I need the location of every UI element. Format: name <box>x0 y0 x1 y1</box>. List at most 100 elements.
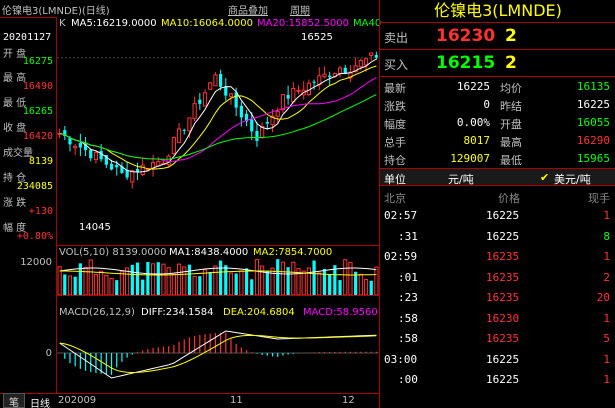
candle[interactable] <box>224 77 228 101</box>
candle[interactable] <box>296 85 301 95</box>
bar-date: 20201127 <box>3 32 52 43</box>
tick-time: 02:57 <box>384 209 418 222</box>
volume-chart[interactable]: VOL(5,10) 8139.0000 MA1:8438.4000 MA2:78… <box>57 245 379 296</box>
time-axis: 日线 202009 11 12 <box>0 393 379 408</box>
candle[interactable] <box>176 123 182 144</box>
candle[interactable] <box>89 149 93 162</box>
tick-row[interactable]: :31 16225 8 <box>380 227 615 247</box>
tick-row[interactable]: 03:00 16225 1 <box>380 350 615 370</box>
candle[interactable] <box>369 52 374 61</box>
candle[interactable] <box>322 66 327 79</box>
volume-bar <box>250 279 254 295</box>
unit-usd-option[interactable]: 美元/吨 <box>554 171 591 187</box>
candle[interactable] <box>348 65 353 83</box>
candle[interactable] <box>255 121 259 147</box>
volume-axis-label: 12000 <box>20 257 52 268</box>
tick-row[interactable]: :00 16225 1 <box>380 370 615 390</box>
sub-chart-axis-column: 12000 0 <box>0 245 57 393</box>
candle[interactable] <box>213 72 218 87</box>
candle[interactable] <box>156 156 161 167</box>
ask-quantity: 2 <box>505 26 517 46</box>
macd-dea-line <box>59 334 377 374</box>
stat-label: 昨结 <box>500 100 522 113</box>
kline-indicator-label: K <box>59 18 66 29</box>
tick-row[interactable]: :01 16235 2 <box>380 268 615 288</box>
candle[interactable] <box>374 51 379 60</box>
candle[interactable] <box>93 150 99 164</box>
candle[interactable] <box>208 82 213 90</box>
kline-canvas[interactable] <box>57 17 379 245</box>
ma5-readout: MA5:16219.0000 <box>71 18 157 29</box>
volume-bar <box>192 275 197 296</box>
candle[interactable] <box>260 122 265 139</box>
volume-bar <box>280 261 286 296</box>
unit-usd-checkmark-icon[interactable]: ✔ <box>540 171 549 184</box>
candle[interactable] <box>78 133 82 157</box>
bar-info-panel: 20201127 开 盘 16275 最 高 16490 最 低 16265 收… <box>0 17 57 245</box>
candle[interactable] <box>135 162 140 181</box>
ma20-readout: MA20:15852.5000 <box>257 18 350 29</box>
ticks-tab[interactable]: 笔 <box>3 393 25 408</box>
candle[interactable] <box>301 81 306 100</box>
candle[interactable] <box>182 128 186 135</box>
volume-header: VOL(5,10) 8139.0000 <box>59 247 167 258</box>
tick-time: :23 <box>398 291 418 304</box>
macd-dea-readout: DEA:204.6804 <box>223 307 295 318</box>
candle[interactable] <box>83 137 88 157</box>
volume-bar <box>369 280 373 295</box>
candle[interactable] <box>317 67 322 91</box>
candle[interactable] <box>286 85 290 105</box>
volume-bar <box>93 273 99 296</box>
quote-title: 伦镍电3(LMNDE) <box>434 1 562 20</box>
macd-chart[interactable]: MACD(26,12,9) DIFF:234.1584 DEA:204.6804… <box>57 295 379 393</box>
ticks-list[interactable]: 02:57 16225 1:31 16225 8 02:59 16235 1:01 16235 2… <box>380 206 615 392</box>
candle[interactable] <box>265 116 269 130</box>
ma40-readout: MA40 <box>353 18 382 29</box>
candle[interactable] <box>218 69 223 91</box>
volume-bar <box>208 271 212 295</box>
candle[interactable] <box>150 154 156 177</box>
volume-bar <box>358 273 363 296</box>
candle[interactable] <box>130 169 135 189</box>
stat-value: 0.00% <box>456 116 490 129</box>
candle[interactable] <box>244 109 249 127</box>
tick-row[interactable]: :23 16235 20 <box>380 288 615 308</box>
macd-diff-readout: DIFF:234.1584 <box>141 307 214 318</box>
bid-row[interactable]: 买入 16215 2 <box>380 49 615 76</box>
volume-bar <box>291 261 296 296</box>
candle[interactable] <box>202 89 208 107</box>
volume-bar <box>254 259 260 296</box>
kline-chart[interactable]: K MA5:16219.0000 MA10:16064.0000 MA20:15… <box>57 17 382 245</box>
ask-row[interactable]: 卖出 16230 2 <box>380 22 615 49</box>
ma10-readout: MA10:16064.0000 <box>161 18 254 29</box>
period-button[interactable]: 周期 <box>290 2 310 17</box>
volume-bar <box>67 275 73 296</box>
tick-row[interactable]: 02:59 16235 1 <box>380 247 615 267</box>
stat-value: 16225 <box>456 80 490 93</box>
unit-cny-option[interactable]: 元/吨 <box>448 171 474 187</box>
candle[interactable] <box>73 143 78 156</box>
volume-bar <box>99 270 104 296</box>
period-high-label: 16525 <box>301 32 333 43</box>
candle[interactable] <box>337 65 343 78</box>
tick-row[interactable]: :58 16235 5 <box>380 329 615 349</box>
quote-panel: 伦镍电3(LMNDE) 卖出 16230 2 买入 16215 2 最新 1622… <box>379 0 615 408</box>
candle[interactable] <box>171 136 176 155</box>
candle[interactable] <box>63 125 67 141</box>
candle[interactable] <box>280 94 286 114</box>
period-low-label: 14045 <box>79 222 111 233</box>
volume-ma1-readout: MA1:8438.4000 <box>169 247 249 258</box>
tick-row[interactable]: :58 16230 1 <box>380 309 615 329</box>
tick-price: 16235 <box>486 270 520 284</box>
volume-value: 8139 <box>28 156 53 167</box>
tick-price: 16225 <box>486 352 520 366</box>
stat-value: 0 <box>483 98 490 111</box>
volume-bar <box>265 270 269 295</box>
volume-bar <box>115 280 119 295</box>
candle[interactable] <box>198 92 202 110</box>
overlay-commodity-button[interactable]: 商品叠加 <box>228 2 268 17</box>
candle[interactable] <box>192 96 197 122</box>
candle[interactable] <box>306 79 311 97</box>
period-tab[interactable]: 日线 <box>30 395 50 408</box>
tick-row[interactable]: 02:57 16225 1 <box>380 206 615 226</box>
